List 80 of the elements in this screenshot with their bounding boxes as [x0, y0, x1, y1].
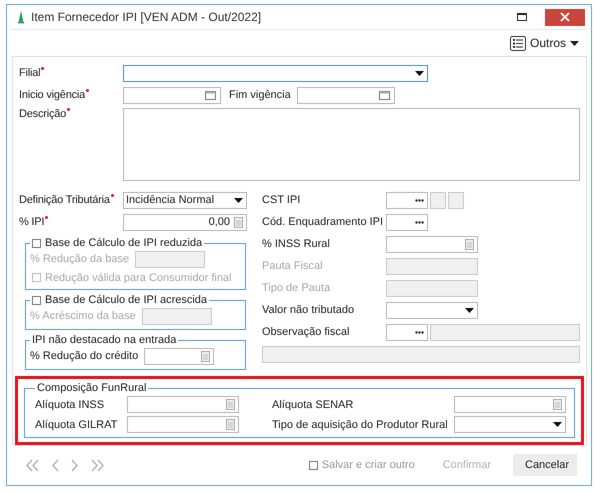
previous-icon[interactable] [51, 458, 60, 472]
group-title: Composição FunRural [37, 382, 146, 394]
calculator-icon [226, 419, 235, 430]
list-icon [510, 36, 526, 50]
group-title: Base de Cálculo de IPI acrescida [45, 294, 208, 306]
group-title: Base de Cálculo de IPI reduzida [45, 237, 202, 249]
field-label: % Redução do crédito [30, 350, 138, 362]
field-label: Definição Tributária [19, 194, 123, 206]
field-label: CST IPI [262, 194, 302, 206]
description-field[interactable] [123, 108, 580, 181]
checkbox[interactable] [32, 296, 41, 304]
checkbox-label: Redução válida para Consumidor final [45, 272, 232, 284]
field-label: Pauta Fiscal [262, 260, 324, 272]
window-title: Item Fornecedor IPI [VEN ADM - Out/2022] [31, 10, 262, 24]
select-field[interactable] [454, 416, 566, 433]
caret-icon [415, 70, 424, 76]
lookup-field[interactable] [386, 324, 428, 340]
calculator-icon [553, 399, 562, 410]
caret-icon [465, 308, 474, 312]
code-field [430, 192, 446, 208]
number-field[interactable] [127, 416, 239, 433]
lookup-field[interactable] [386, 192, 428, 208]
field-label: Filial [19, 67, 123, 79]
calendar-icon [378, 90, 390, 100]
date-field[interactable] [123, 86, 221, 104]
lookup-field[interactable] [386, 214, 428, 230]
field-label: Alíquota INSS [35, 398, 106, 410]
field-label: Cód. Enquadramento IPI [262, 216, 384, 228]
caret-icon [553, 422, 562, 427]
field-label: Valor não tributado [262, 304, 356, 316]
number-field[interactable]: 0,00 [123, 214, 247, 230]
first-page-icon[interactable] [25, 458, 41, 472]
text-field[interactable] [386, 258, 478, 274]
close-button[interactable] [545, 8, 585, 26]
cancel-button[interactable]: Cancelar [513, 454, 577, 476]
field-label: % INSS Rural [262, 238, 331, 250]
number-field[interactable] [144, 348, 214, 364]
calculator-icon [201, 350, 210, 362]
select-field[interactable]: Incidência Normal [123, 192, 247, 208]
checkbox[interactable] [308, 460, 318, 470]
more-icon [415, 220, 424, 224]
field-label: Alíquota SENAR [272, 398, 354, 410]
field-label: Tipo de Pauta [262, 282, 332, 294]
next-icon[interactable] [70, 458, 79, 472]
date-field[interactable] [296, 86, 395, 104]
last-page-icon[interactable] [89, 458, 105, 472]
calculator-icon [234, 216, 243, 228]
close-icon [560, 12, 570, 22]
group-title: IPI não destacado na entrada [32, 334, 176, 346]
maximize-icon [517, 13, 527, 21]
field-label: % IPI [19, 216, 123, 228]
field-label: Observação fiscal [262, 326, 350, 338]
text-field[interactable] [386, 280, 478, 296]
calendar-icon [205, 90, 216, 100]
tree-icon [17, 10, 25, 24]
field-label: Tipo de aquisição do Produtor Rural [272, 418, 449, 430]
calculator-icon [226, 399, 235, 410]
caret-icon [570, 40, 579, 46]
field-label: Alíquota GILRAT [35, 418, 118, 430]
code-field [448, 192, 464, 208]
checkbox-label: Salvar e criar outro [322, 459, 415, 471]
calculator-icon [465, 238, 474, 250]
field-label: % Acréscimo da base [30, 310, 136, 322]
branch-select[interactable] [123, 64, 428, 82]
number-field[interactable] [142, 308, 212, 324]
field-label: % Redução da base [30, 253, 130, 265]
more-icon [415, 330, 424, 334]
select-field[interactable] [386, 302, 478, 318]
checkbox[interactable] [32, 273, 41, 282]
number-field[interactable] [127, 396, 239, 413]
outros-menu-button[interactable]: Outros [510, 36, 579, 50]
number-field[interactable] [386, 236, 478, 252]
field-label: Inicio vigência [19, 89, 123, 101]
more-icon [415, 198, 424, 202]
number-field[interactable] [454, 396, 566, 413]
field-label: Fim vigência [229, 89, 291, 101]
number-field[interactable] [135, 250, 206, 268]
caret-icon [234, 198, 243, 202]
field-label: Descrição [19, 108, 123, 120]
checkbox[interactable] [32, 238, 41, 248]
